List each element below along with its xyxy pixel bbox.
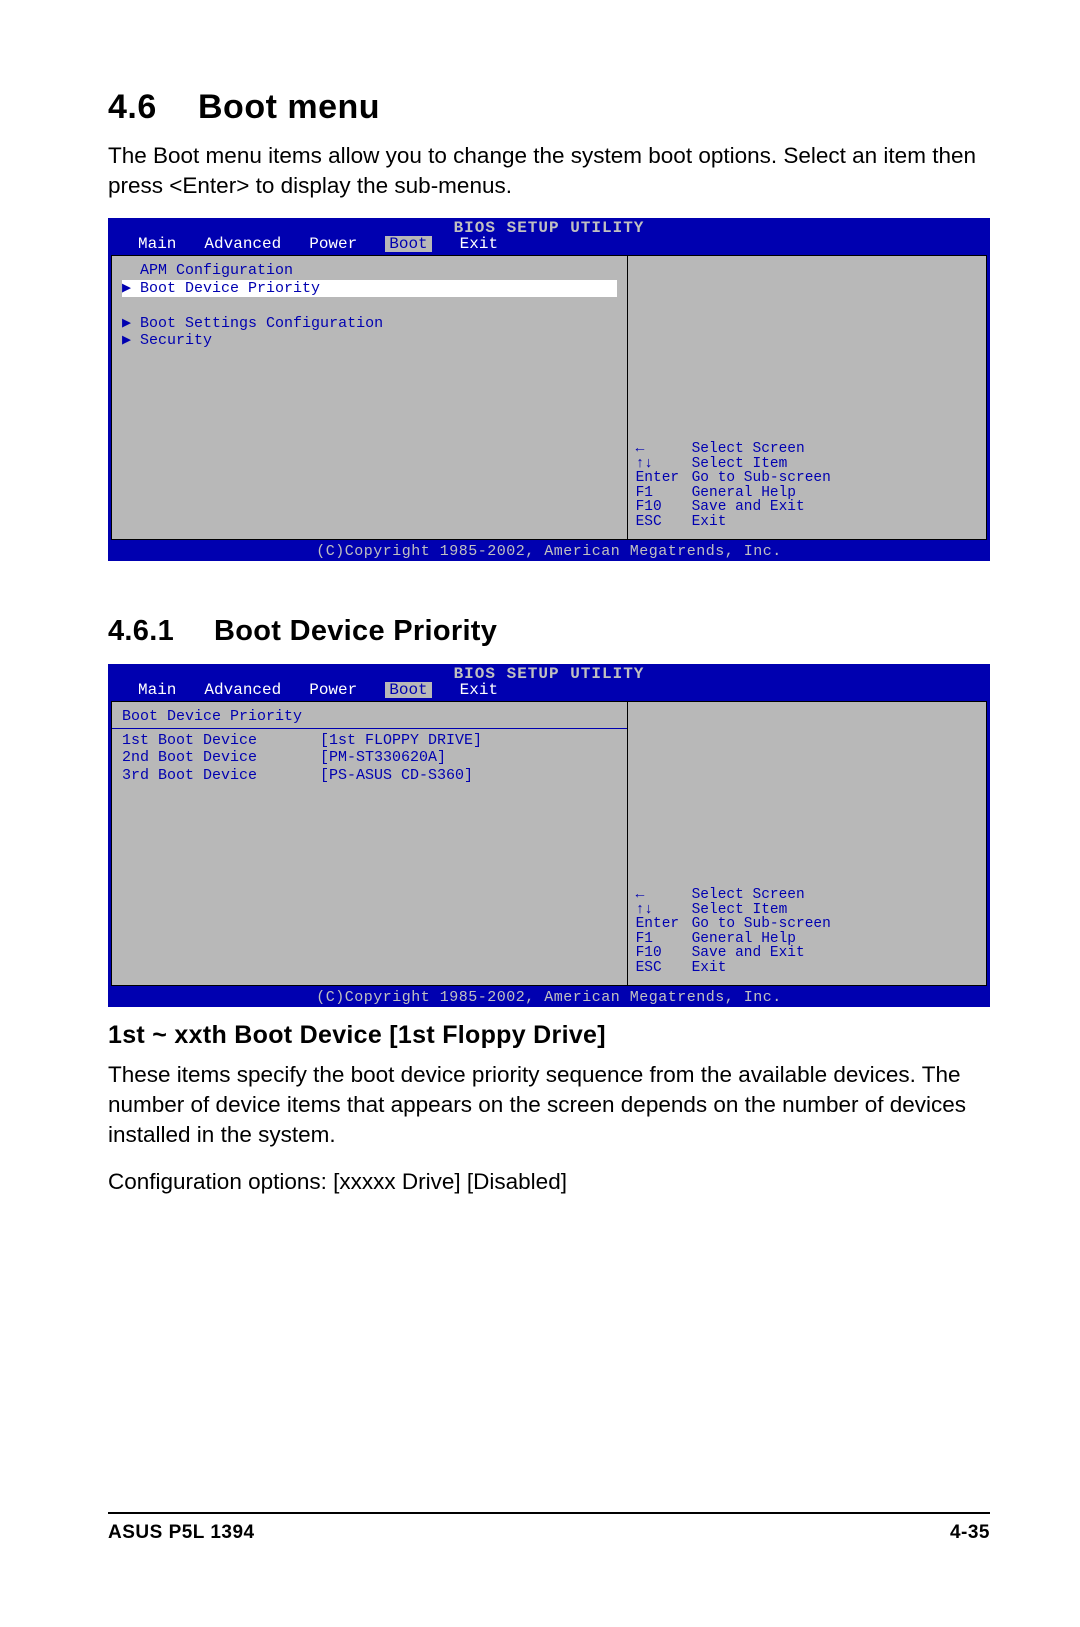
bios-help-desc: Select Item <box>692 903 788 918</box>
footer-product: ASUS P5L 1394 <box>108 1522 255 1544</box>
arrow-ud-icon <box>636 457 692 472</box>
bios-help-row: F10Save and Exit <box>636 946 982 961</box>
bios-tab-exit: Exit <box>460 236 498 252</box>
bios-help-key: F1 <box>636 932 692 947</box>
bios-help-row: ESCExit <box>636 961 982 976</box>
bios-help-row: Select Screen <box>636 442 982 457</box>
bios-help-key: F10 <box>636 946 692 961</box>
subsection-number: 4.6.1 <box>108 615 214 648</box>
bios-screenshot-boot-menu: BIOS SETUP UTILITY Main Advanced Power B… <box>108 218 990 561</box>
bios-tabs: Main Advanced Power Boot Exit <box>108 682 990 701</box>
bios-right-panel: Select ScreenSelect ItemEnterGo to Sub-s… <box>628 255 987 540</box>
bios-help-key: Enter <box>636 471 692 486</box>
bios-menu-item: ▶ Security <box>122 332 617 349</box>
section-title: Boot menu <box>198 88 380 126</box>
bios-help-row: F1General Help <box>636 932 982 947</box>
bios-tab-advanced: Advanced <box>204 682 281 698</box>
bios-help-desc: Go to Sub-screen <box>692 917 831 932</box>
bios-help-desc: Select Screen <box>692 442 805 457</box>
bios-help-desc: General Help <box>692 486 796 501</box>
bios-help-row: EnterGo to Sub-screen <box>636 917 982 932</box>
bios-help-desc: Save and Exit <box>692 946 805 961</box>
bios-menu-item: APM Configuration <box>122 262 617 279</box>
bios-tab-advanced: Advanced <box>204 236 281 252</box>
bios-help-row: EnterGo to Sub-screen <box>636 471 982 486</box>
bios-help-row: Select Screen <box>636 888 982 903</box>
bios-setting-row: 3rd Boot Device [PS-ASUS CD-S360] <box>122 767 617 784</box>
bios-help-desc: Select Item <box>692 457 788 472</box>
bios-help-keys: Select ScreenSelect ItemEnterGo to Sub-s… <box>636 442 982 529</box>
bios-tab-exit: Exit <box>460 682 498 698</box>
arrow-left-icon <box>636 442 692 457</box>
bios-help-key: Enter <box>636 917 692 932</box>
intro-paragraph: The Boot menu items allow you to change … <box>108 141 990 200</box>
bios-help-row: Select Item <box>636 457 982 472</box>
bios-help-row: F1General Help <box>636 486 982 501</box>
bios-menu-item <box>122 297 617 314</box>
page-footer: ASUS P5L 1394 4-35 <box>108 1512 990 1544</box>
bios-tabs: Main Advanced Power Boot Exit <box>108 236 990 255</box>
bios-right-panel: Select ScreenSelect ItemEnterGo to Sub-s… <box>628 701 987 986</box>
bios-help-desc: Select Screen <box>692 888 805 903</box>
bios-left-panel: Boot Device Priority 1st Boot Device [1st… <box>111 701 628 986</box>
bios-tab-boot: Boot <box>385 682 431 698</box>
bios-screenshot-boot-priority: BIOS SETUP UTILITY Main Advanced Power B… <box>108 664 990 1007</box>
bios-tab-power: Power <box>309 236 357 252</box>
bios-help-key: ESC <box>636 515 692 530</box>
bios-tab-main: Main <box>138 682 176 698</box>
bios-help-desc: Go to Sub-screen <box>692 471 831 486</box>
bios-tab-power: Power <box>309 682 357 698</box>
bios-help-key: ESC <box>636 961 692 976</box>
bios-separator <box>112 728 627 729</box>
bios-panel-header: Boot Device Priority <box>122 708 617 725</box>
option-heading: 1st ~ xxth Boot Device [1st Floppy Drive… <box>108 1021 990 1050</box>
bios-help-row: Select Item <box>636 903 982 918</box>
bios-help-desc: Save and Exit <box>692 500 805 515</box>
bios-setting-row: 2nd Boot Device [PM-ST330620A] <box>122 749 617 766</box>
bios-copyright: (C)Copyright 1985-2002, American Megatre… <box>108 989 990 1007</box>
section-number: 4.6 <box>108 88 198 127</box>
section-heading: 4.6Boot menu <box>108 88 990 127</box>
bios-menu-item: ▶ Boot Settings Configuration <box>122 315 617 332</box>
option-description: These items specify the boot device prio… <box>108 1060 990 1149</box>
arrow-ud-icon <box>636 903 692 918</box>
option-config: Configuration options: [xxxxx Drive] [Di… <box>108 1167 990 1197</box>
bios-setting-row: 1st Boot Device [1st FLOPPY DRIVE] <box>122 732 617 749</box>
bios-help-key: F1 <box>636 486 692 501</box>
bios-left-panel: APM Configuration▶ Boot Device Priority … <box>111 255 628 540</box>
bios-help-desc: Exit <box>692 961 727 976</box>
bios-help-desc: Exit <box>692 515 727 530</box>
bios-copyright: (C)Copyright 1985-2002, American Megatre… <box>108 543 990 561</box>
subsection-title: Boot Device Priority <box>214 615 497 647</box>
bios-tab-main: Main <box>138 236 176 252</box>
bios-menu-item: ▶ Boot Device Priority <box>122 280 617 297</box>
bios-tab-boot: Boot <box>385 236 431 252</box>
subsection-heading: 4.6.1Boot Device Priority <box>108 615 990 648</box>
bios-help-keys: Select ScreenSelect ItemEnterGo to Sub-s… <box>636 888 982 975</box>
arrow-left-icon <box>636 888 692 903</box>
bios-help-row: ESCExit <box>636 515 982 530</box>
bios-title: BIOS SETUP UTILITY <box>108 664 990 682</box>
bios-help-key: F10 <box>636 500 692 515</box>
bios-help-row: F10Save and Exit <box>636 500 982 515</box>
bios-title: BIOS SETUP UTILITY <box>108 218 990 236</box>
footer-page-number: 4-35 <box>950 1522 990 1544</box>
bios-help-desc: General Help <box>692 932 796 947</box>
